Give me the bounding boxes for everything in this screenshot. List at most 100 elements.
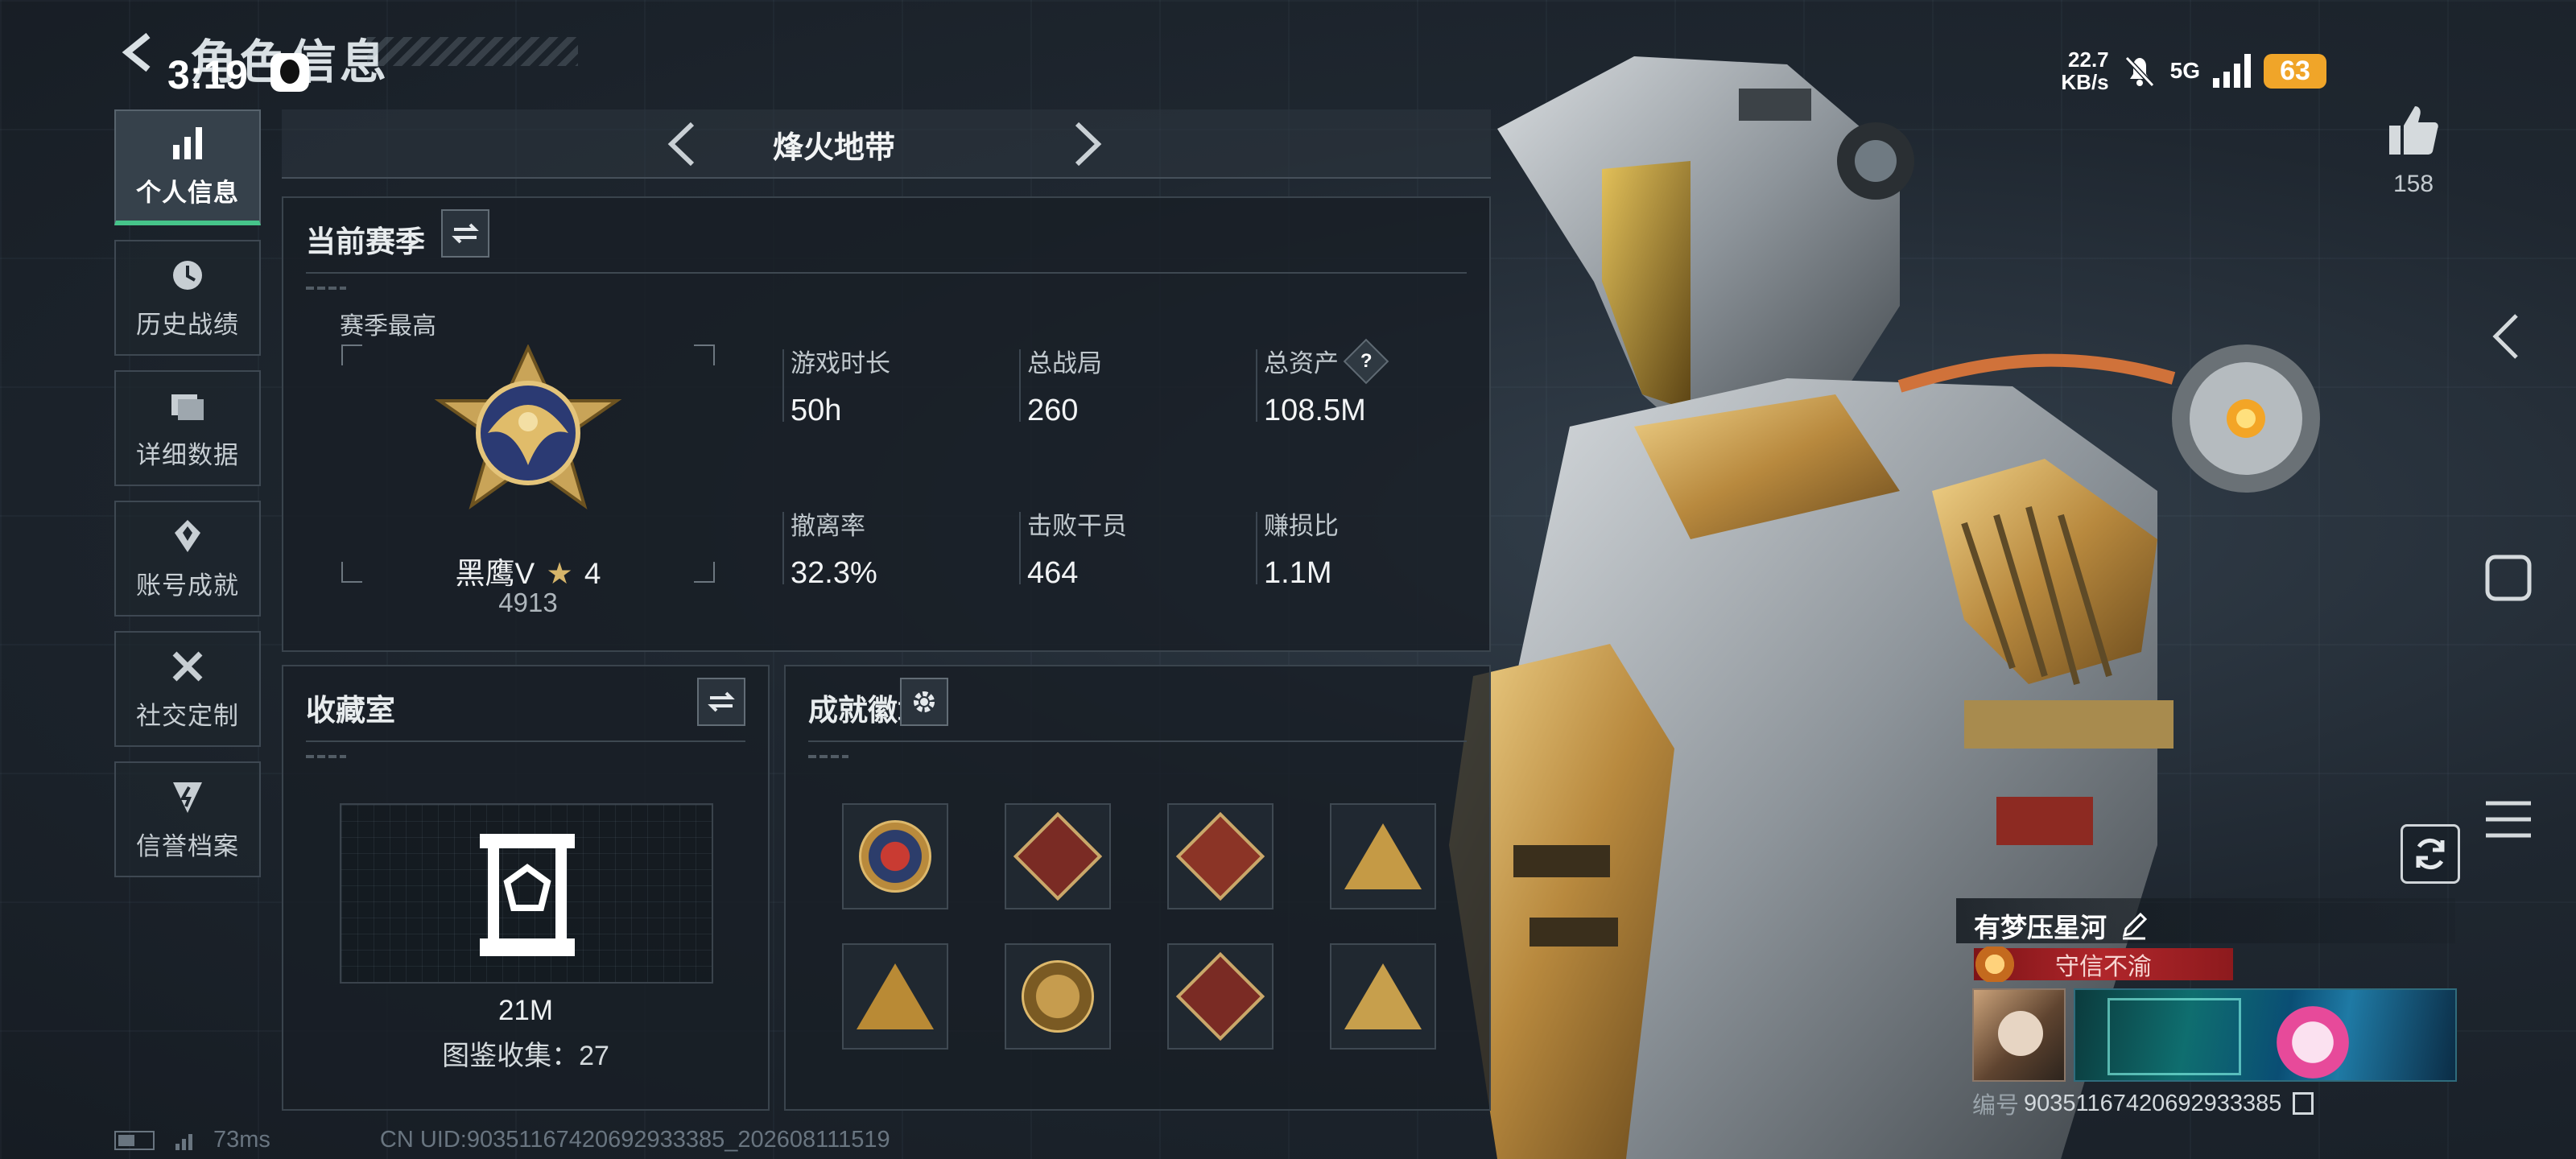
mode-title: 烽火地带 bbox=[772, 131, 895, 165]
collection-display bbox=[340, 803, 713, 984]
panel-divider-dash bbox=[306, 287, 346, 290]
badge-slot-4[interactable] bbox=[1330, 803, 1436, 909]
copy-icon[interactable] bbox=[2293, 1092, 2314, 1115]
like-count: 158 bbox=[2392, 171, 2434, 197]
badge-slot-6[interactable] bbox=[1005, 943, 1111, 1050]
side-nav: 个人信息 历史战绩 详细数据 账号成就 社交定制 信誉档案 bbox=[114, 109, 261, 892]
collection-count: 图鉴收集：27 bbox=[442, 1041, 609, 1071]
shield-credit-icon bbox=[173, 782, 202, 813]
collection-panel[interactable]: 收藏室 21M 图鉴收集：27 bbox=[282, 665, 770, 1111]
badge-slot-5[interactable] bbox=[842, 943, 948, 1050]
season-best-label: 赛季最高 bbox=[340, 313, 436, 340]
mountain-triangle-badge-icon bbox=[1344, 823, 1422, 889]
achievement-medal-icon bbox=[175, 519, 200, 552]
nav-label: 个人信息 bbox=[136, 178, 239, 207]
nav-back-icon[interactable] bbox=[2481, 309, 2536, 364]
collection-switch-button[interactable] bbox=[697, 678, 745, 726]
nav-item-personal-info[interactable]: 个人信息 bbox=[114, 109, 261, 225]
nav-item-history[interactable]: 历史战绩 bbox=[114, 240, 261, 356]
nav-home-icon[interactable] bbox=[2481, 551, 2536, 605]
badge-slot-7[interactable] bbox=[1167, 943, 1274, 1050]
nav-label: 社交定制 bbox=[136, 701, 239, 730]
thumbs-up-icon[interactable] bbox=[2386, 103, 2441, 158]
gear-icon bbox=[914, 691, 935, 712]
status-time: 3:19 bbox=[167, 52, 249, 97]
dragon-diamond-badge-icon bbox=[1013, 811, 1103, 901]
back-arrow-icon[interactable] bbox=[119, 32, 159, 72]
runner-diamond-badge-icon bbox=[1175, 811, 1265, 901]
panel-divider bbox=[306, 740, 745, 742]
stat-operators-defeated: 击败干员 464 bbox=[1019, 505, 1127, 591]
player-name: 有梦压星河 bbox=[1974, 906, 2149, 945]
badges-settings-button[interactable] bbox=[900, 678, 948, 726]
swap-arrows-icon bbox=[708, 691, 735, 712]
nav-item-detailed-data[interactable]: 详细数据 bbox=[114, 370, 261, 486]
help-icon[interactable]: ? bbox=[1343, 338, 1389, 384]
avatar[interactable] bbox=[1972, 988, 2066, 1082]
refresh-button[interactable] bbox=[2401, 824, 2460, 884]
stat-total-assets: 总资产 ? 108.5M bbox=[1256, 338, 1389, 428]
nav-label: 详细数据 bbox=[136, 440, 239, 469]
stat-total-matches: 总战局 260 bbox=[1019, 343, 1102, 428]
nav-label: 信誉档案 bbox=[136, 831, 239, 860]
collection-title: 收藏室 bbox=[306, 694, 395, 727]
badge-slot-8[interactable] bbox=[1330, 943, 1436, 1050]
nav-label: 账号成就 bbox=[136, 571, 239, 600]
panel-divider bbox=[808, 740, 1467, 742]
signal-small-icon bbox=[175, 1131, 192, 1150]
ping-value: 73ms bbox=[213, 1127, 270, 1153]
player-id-value: 90351167420692933385 bbox=[2024, 1090, 2282, 1116]
rank-emblem-icon bbox=[434, 344, 622, 509]
network-type: 5G bbox=[2169, 58, 2200, 83]
profile-banner bbox=[2074, 988, 2457, 1082]
rank-score: 4913 bbox=[498, 588, 558, 617]
title-decoration bbox=[367, 37, 578, 66]
mode-selector: 烽火地带 bbox=[282, 109, 1491, 179]
stat-extract-rate: 撤离率 32.3% bbox=[782, 505, 877, 591]
collection-value: 21M bbox=[497, 995, 554, 1026]
panel-divider-dash bbox=[306, 755, 346, 758]
star-roundel-badge-icon bbox=[859, 820, 931, 893]
player-profile-card: 有梦压星河 守信不渝 编号 90351167420692933385 bbox=[1956, 898, 2457, 1120]
footer-info: 73ms CN UID:90351167420692933385_2026081… bbox=[114, 1127, 890, 1153]
rank-name: 黑鹰V ★ 4 bbox=[455, 557, 601, 590]
display-case-icon bbox=[480, 834, 575, 956]
season-panel: 当前赛季 赛季最高 黑鹰V ★ 4 4913 游戏时长 50h 总战局 260 bbox=[282, 196, 1491, 652]
badge-slot-3[interactable] bbox=[1167, 803, 1274, 909]
tools-icon bbox=[172, 651, 203, 681]
nav-item-credit-record[interactable]: 信誉档案 bbox=[114, 761, 261, 877]
badge-slot-1[interactable] bbox=[842, 803, 948, 909]
refresh-icon bbox=[2416, 838, 2445, 870]
nav-menu-icon[interactable] bbox=[2481, 792, 2536, 847]
next-mode-icon[interactable] bbox=[1061, 118, 1109, 171]
panel-divider bbox=[306, 272, 1467, 274]
bar-chart-icon bbox=[173, 126, 202, 159]
net-speed: 22.7 KB/s bbox=[2061, 47, 2109, 94]
badge-grid bbox=[842, 803, 1436, 1050]
stat-play-time: 游戏时长 50h bbox=[782, 343, 890, 428]
stat-profit-loss-ratio: 赚损比 1.1M bbox=[1256, 505, 1339, 591]
tower-triangle-badge-icon bbox=[857, 963, 934, 1029]
folder-icon bbox=[171, 394, 204, 420]
nav-item-account-achievement[interactable]: 账号成就 bbox=[114, 501, 261, 617]
badge-slot-2[interactable] bbox=[1005, 803, 1111, 909]
rank-frame bbox=[341, 344, 715, 583]
title-emblem-icon bbox=[1974, 947, 2016, 982]
battery-indicator: 63 bbox=[2264, 53, 2326, 89]
bell-muted-icon bbox=[2124, 56, 2154, 88]
uid-footer: CN UID:90351167420692933385_202608111519 bbox=[379, 1127, 890, 1153]
season-switch-button[interactable] bbox=[441, 209, 489, 258]
dragon-diamond-badge-icon bbox=[1175, 951, 1265, 1041]
nav-item-social-custom[interactable]: 社交定制 bbox=[114, 631, 261, 747]
player-id-label: 编号 bbox=[1972, 1093, 2020, 1119]
crest-2025-badge-icon bbox=[1022, 960, 1094, 1033]
rank-star-icon: ★ bbox=[546, 557, 573, 590]
status-bar-right: 22.7 KB/s 5G 63 bbox=[2061, 48, 2326, 93]
swap-arrows-icon bbox=[452, 223, 479, 244]
camp-triangle-badge-icon bbox=[1344, 963, 1422, 1029]
player-id-line: 编号 90351167420692933385 bbox=[1972, 1087, 2314, 1120]
edit-pencil-icon[interactable] bbox=[2120, 911, 2149, 940]
device-battery-icon bbox=[114, 1130, 155, 1150]
badges-panel[interactable]: 成就徽章 bbox=[784, 665, 1491, 1111]
qq-notification-icon bbox=[270, 53, 309, 92]
